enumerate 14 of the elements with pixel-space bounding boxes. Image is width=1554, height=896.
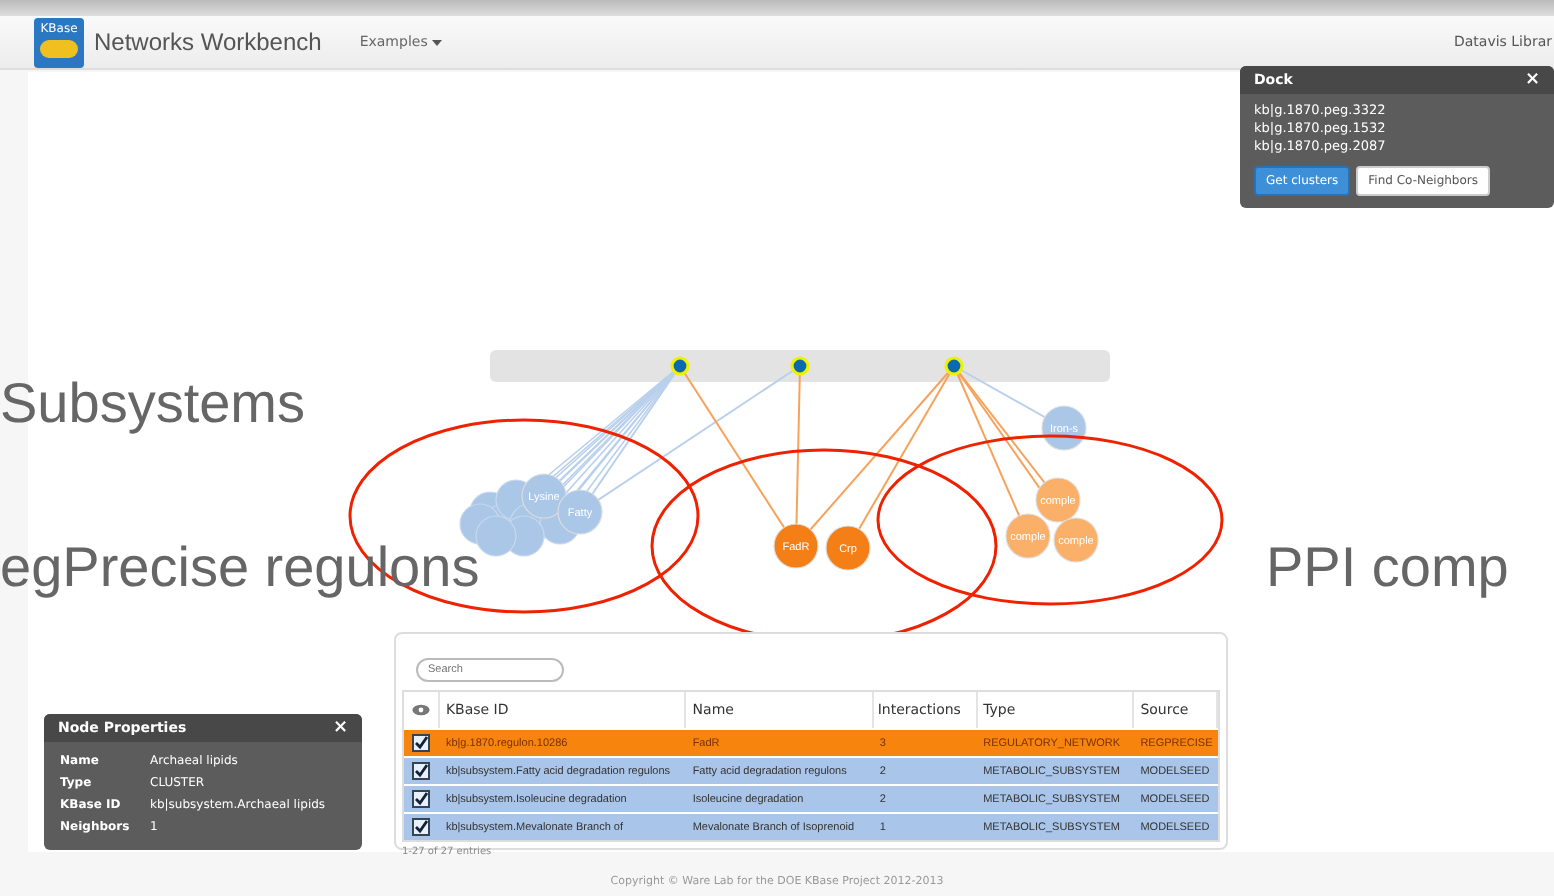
anchor-node[interactable] xyxy=(670,356,690,376)
anchor-node[interactable] xyxy=(944,356,964,376)
annotation-label: PPI comp xyxy=(1266,536,1509,600)
annotation-label: Subsystems xyxy=(0,372,305,436)
caret-icon xyxy=(432,40,443,46)
close-icon[interactable]: × xyxy=(1524,72,1540,88)
eye-icon xyxy=(411,704,430,716)
row-checkbox[interactable] xyxy=(412,762,431,780)
anchor-node[interactable] xyxy=(790,356,810,376)
row-checkbox[interactable] xyxy=(412,790,431,808)
app-title[interactable]: Networks Workbench xyxy=(94,28,322,56)
row-checkbox[interactable] xyxy=(412,818,431,836)
row-checkbox[interactable] xyxy=(412,734,431,752)
close-icon[interactable]: × xyxy=(332,720,348,736)
